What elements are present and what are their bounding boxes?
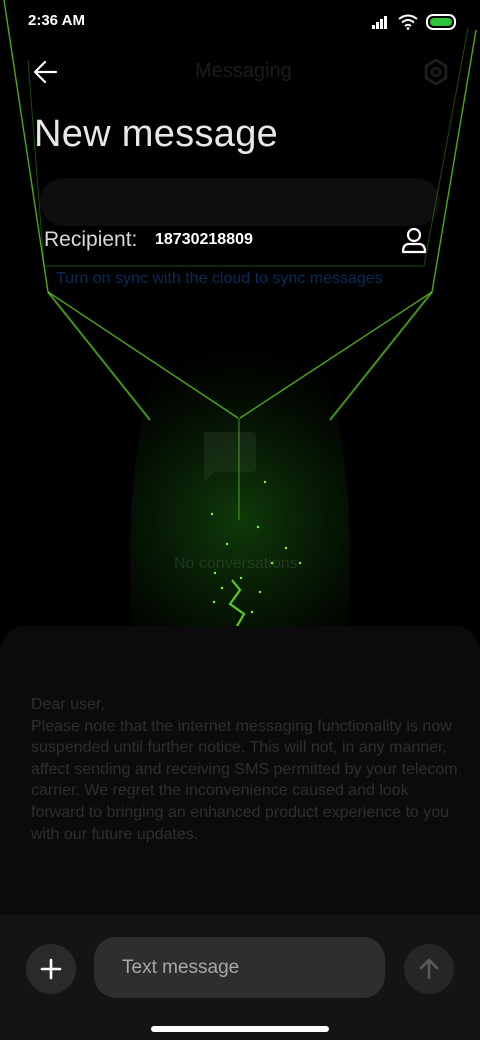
plus-icon [40,958,62,980]
background-empty-text: No conversations [174,555,298,572]
signal-icon [372,16,387,29]
recipient-value[interactable]: 18730218809 [155,231,253,249]
recipient-label: Recipient: [44,228,138,251]
battery-icon [426,14,456,30]
background-search-bar [40,178,440,226]
send-button[interactable] [404,944,454,994]
send-arrow-icon [419,958,439,980]
back-button[interactable] [26,54,66,90]
attach-button[interactable] [26,944,76,994]
status-icons [346,12,456,32]
home-indicator[interactable] [151,1026,329,1032]
wifi-icon [398,14,418,30]
status-time: 2:36 AM [28,12,85,29]
status-bar: 2:36 AM [0,0,480,44]
chat-bubble-icon [204,432,256,482]
suspension-notice: Dear user, Please note that the internet… [31,696,458,843]
recipient-field[interactable]: Recipient: 18730218809 [38,220,438,262]
gear-icon [424,58,448,86]
background-title: Messaging [195,60,292,82]
page-title: New message [34,113,279,155]
message-input[interactable] [94,937,385,998]
background-sync-banner: Turn on sync with the cloud to sync mess… [56,270,383,287]
back-arrow-icon [33,60,58,84]
person-icon [401,227,427,254]
select-contact-button[interactable] [398,224,430,256]
